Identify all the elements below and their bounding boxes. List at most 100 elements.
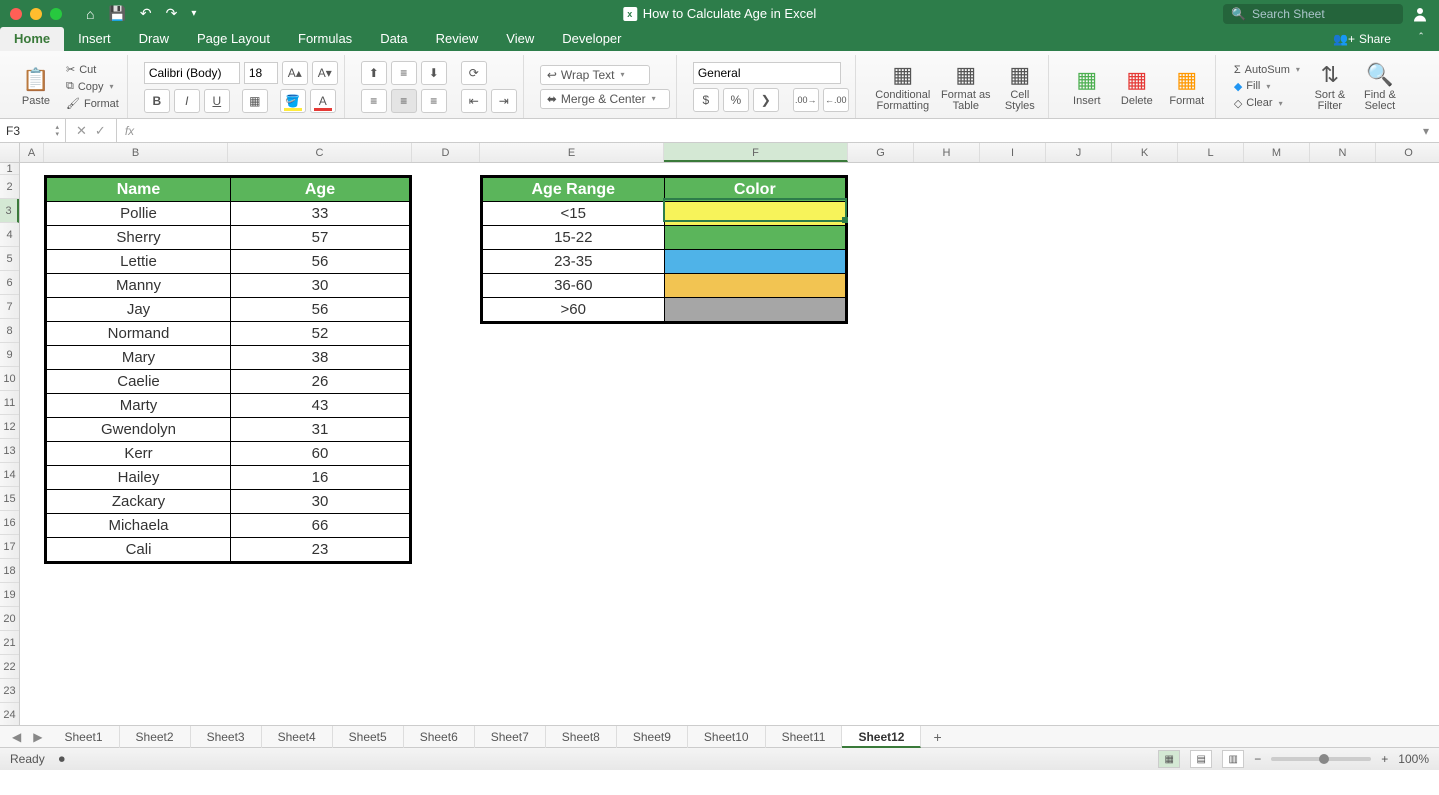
accept-formula-icon[interactable]: ✓: [95, 123, 106, 139]
add-sheet-button[interactable]: +: [921, 729, 953, 745]
table-row[interactable]: Kerr60: [47, 442, 410, 466]
align-middle-button[interactable]: ≡: [391, 61, 417, 85]
table-cell[interactable]: 36-60: [483, 274, 665, 298]
page-break-view-button[interactable]: ▥: [1222, 750, 1244, 768]
format-as-table-button[interactable]: ▦Format as Table: [940, 62, 992, 112]
table-cell[interactable]: 23-35: [483, 250, 665, 274]
row-header-9[interactable]: 9: [0, 343, 19, 367]
table-row[interactable]: Caelie26: [47, 370, 410, 394]
table-row[interactable]: Manny30: [47, 274, 410, 298]
table-cell[interactable]: Manny: [47, 274, 231, 298]
tab-view[interactable]: View: [492, 27, 548, 51]
number-format-combo[interactable]: [693, 62, 841, 84]
tab-insert[interactable]: Insert: [64, 27, 125, 51]
redo-icon[interactable]: ↷: [166, 5, 178, 22]
decrease-decimal-button[interactable]: ←.00: [823, 88, 849, 112]
table-row[interactable]: 23-35: [483, 250, 846, 274]
insert-cells-button[interactable]: ▦Insert: [1065, 67, 1109, 107]
undo-icon[interactable]: ↶: [140, 5, 152, 22]
row-header-10[interactable]: 10: [0, 367, 19, 391]
borders-button[interactable]: ▦: [242, 89, 268, 113]
row-header-8[interactable]: 8: [0, 319, 19, 343]
tab-draw[interactable]: Draw: [125, 27, 183, 51]
table-row[interactable]: Normand52: [47, 322, 410, 346]
format-painter-button[interactable]: 🖌Format: [64, 96, 121, 111]
sheet-tab-sheet7[interactable]: Sheet7: [475, 726, 546, 748]
sheet-tab-sheet3[interactable]: Sheet3: [191, 726, 262, 748]
table-cell[interactable]: 23: [231, 538, 410, 562]
find-select-button[interactable]: 🔍Find & Select: [1358, 62, 1402, 112]
table-row[interactable]: 36-60: [483, 274, 846, 298]
format-cells-button[interactable]: ▦Format: [1165, 67, 1209, 107]
table-row[interactable]: Sherry57: [47, 226, 410, 250]
column-header-I[interactable]: I: [980, 143, 1046, 162]
column-header-J[interactable]: J: [1046, 143, 1112, 162]
minimize-window-button[interactable]: [30, 8, 42, 20]
share-button[interactable]: 👥+ Share: [1321, 32, 1403, 46]
home-icon[interactable]: ⌂: [86, 6, 94, 22]
sheet-tab-sheet11[interactable]: Sheet11: [766, 726, 843, 748]
row-header-6[interactable]: 6: [0, 271, 19, 295]
table-row[interactable]: Michaela66: [47, 514, 410, 538]
row-header-2[interactable]: 2: [0, 175, 19, 199]
align-bottom-button[interactable]: ⬇: [421, 61, 447, 85]
table-row[interactable]: Cali23: [47, 538, 410, 562]
tab-home[interactable]: Home: [0, 27, 64, 51]
cell-styles-button[interactable]: ▦Cell Styles: [998, 62, 1042, 112]
column-header-F[interactable]: F: [664, 143, 848, 162]
column-header-C[interactable]: C: [228, 143, 412, 162]
column-header-H[interactable]: H: [914, 143, 980, 162]
merge-center-button[interactable]: ⬌Merge & Center▾: [540, 89, 670, 109]
user-avatar-icon[interactable]: [1411, 5, 1429, 23]
formula-input[interactable]: [142, 119, 1413, 142]
select-all-corner[interactable]: [0, 143, 20, 162]
table-cell[interactable]: <15: [483, 202, 665, 226]
color-cell[interactable]: [664, 202, 845, 226]
sheet-tab-sheet5[interactable]: Sheet5: [333, 726, 404, 748]
page-layout-view-button[interactable]: ▤: [1190, 750, 1212, 768]
row-header-12[interactable]: 12: [0, 415, 19, 439]
table-row[interactable]: Hailey16: [47, 466, 410, 490]
table-row[interactable]: Marty43: [47, 394, 410, 418]
table-cell[interactable]: 15-22: [483, 226, 665, 250]
table-row[interactable]: <15: [483, 202, 846, 226]
conditional-formatting-button[interactable]: ▦Conditional Formatting: [872, 62, 934, 112]
table-row[interactable]: Zackary30: [47, 490, 410, 514]
column-header-L[interactable]: L: [1178, 143, 1244, 162]
row-header-24[interactable]: 24: [0, 703, 19, 725]
font-color-button[interactable]: A: [310, 89, 336, 113]
increase-decimal-button[interactable]: .00→: [793, 88, 819, 112]
sheet-tab-sheet4[interactable]: Sheet4: [262, 726, 333, 748]
cancel-formula-icon[interactable]: ✕: [76, 123, 87, 139]
table-cell[interactable]: 52: [231, 322, 410, 346]
zoom-slider[interactable]: [1271, 757, 1371, 761]
row-header-14[interactable]: 14: [0, 463, 19, 487]
decrease-indent-button[interactable]: ⇤: [461, 89, 487, 113]
cut-button[interactable]: ✂Cut: [64, 62, 121, 77]
fill-button[interactable]: ◆Fill▾: [1232, 79, 1302, 94]
row-header-7[interactable]: 7: [0, 295, 19, 319]
table-cell[interactable]: 60: [231, 442, 410, 466]
maximize-window-button[interactable]: [50, 8, 62, 20]
italic-button[interactable]: I: [174, 89, 200, 113]
row-header-19[interactable]: 19: [0, 583, 19, 607]
paste-button[interactable]: 📋 Paste: [14, 67, 58, 107]
table-cell[interactable]: 30: [231, 274, 410, 298]
spreadsheet-grid[interactable]: ABCDEFGHIJKLMNO 123456789101112131415161…: [0, 143, 1439, 725]
close-window-button[interactable]: [10, 8, 22, 20]
table-row[interactable]: Jay56: [47, 298, 410, 322]
collapse-ribbon-button[interactable]: ＾: [1403, 31, 1439, 48]
row-header-4[interactable]: 4: [0, 223, 19, 247]
column-header-O[interactable]: O: [1376, 143, 1439, 162]
tab-data[interactable]: Data: [366, 27, 421, 51]
table-cell[interactable]: 33: [231, 202, 410, 226]
table-cell[interactable]: >60: [483, 298, 665, 322]
table-cell[interactable]: 66: [231, 514, 410, 538]
sheet-tab-sheet6[interactable]: Sheet6: [404, 726, 475, 748]
sort-filter-button[interactable]: ⇅Sort & Filter: [1308, 62, 1352, 112]
table-cell[interactable]: Kerr: [47, 442, 231, 466]
table-cell[interactable]: 26: [231, 370, 410, 394]
prev-sheet-button[interactable]: ◀: [6, 730, 27, 744]
save-icon[interactable]: 💾: [108, 5, 125, 22]
row-header-18[interactable]: 18: [0, 559, 19, 583]
